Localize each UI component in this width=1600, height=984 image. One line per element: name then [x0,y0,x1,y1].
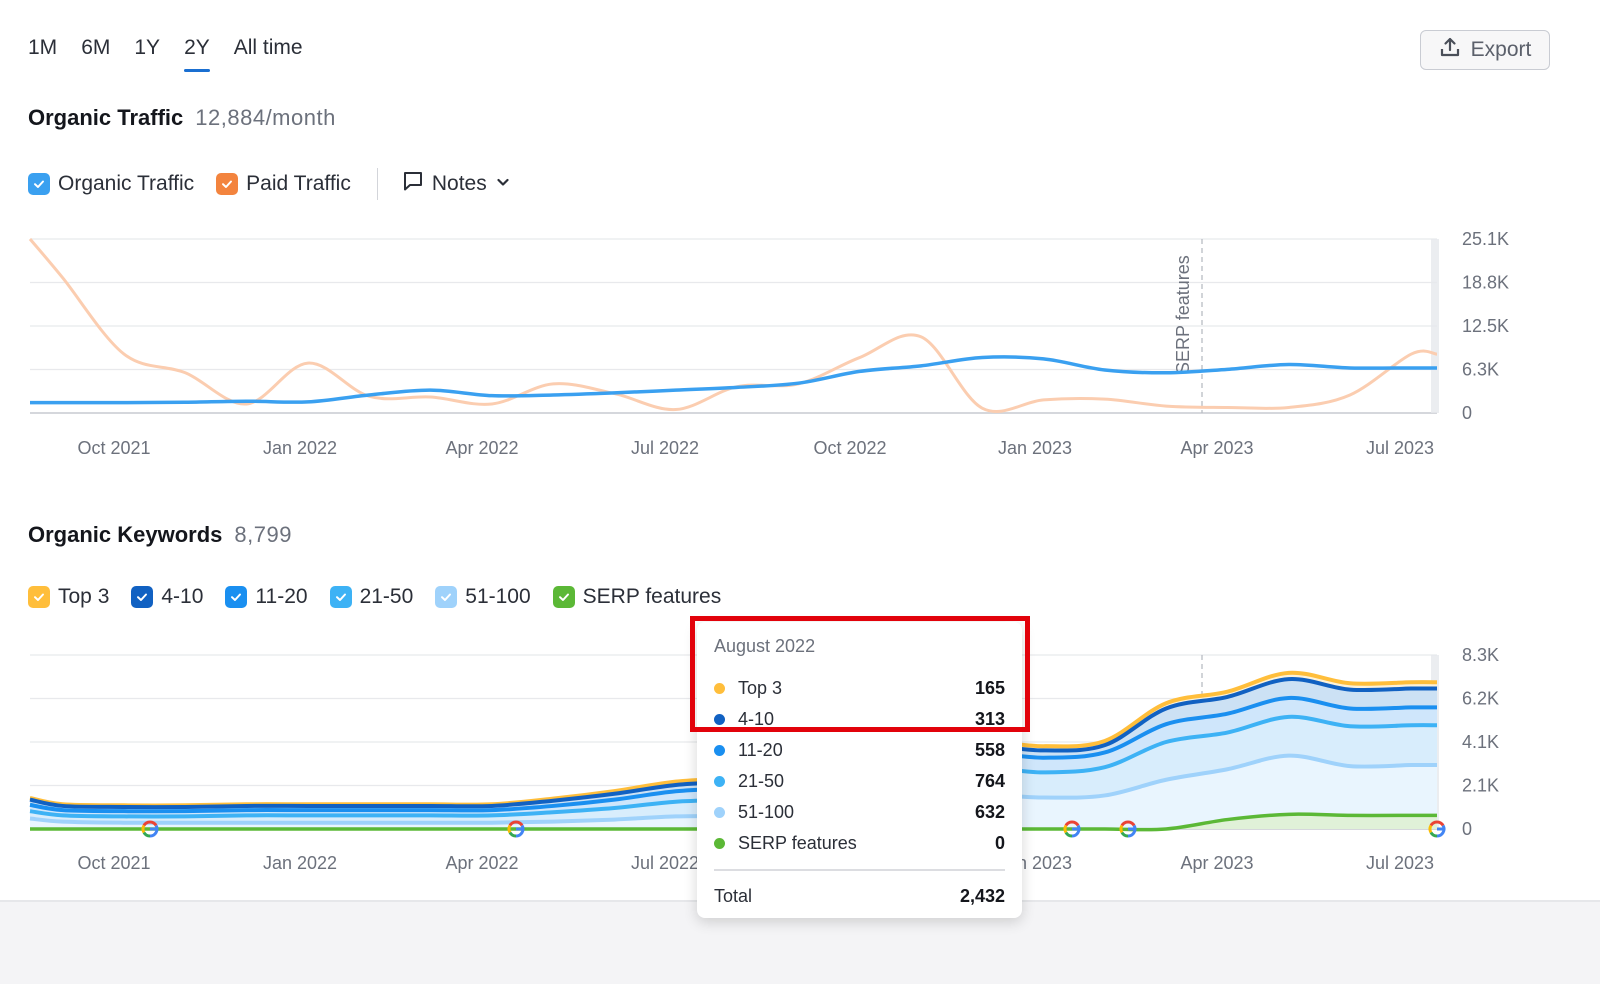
traffic-right-edge-band [1431,239,1439,413]
keywords-y-tick-label: 2.1K [1462,776,1499,796]
traffic-y-tick-label: 18.8K [1462,273,1509,293]
tooltip-value: 632 [974,802,1005,822]
tooltip-label: Top 3 [738,678,783,698]
traffic-x-tick-label: Apr 2023 [1180,438,1253,458]
tooltip-value: 165 [974,678,1005,698]
keywords-x-tick-label: Jan 2022 [263,853,337,873]
dot-icon [714,683,725,694]
keywords-x-tick-label: Oct 2021 [77,853,150,873]
keywords-x-tick-label: Apr 2022 [445,853,518,873]
tooltip-label: 11-20 [738,740,783,760]
traffic-y-tick-label: 25.1K [1462,229,1509,249]
tooltip-row-top-3: Top 3 165 [714,673,1005,704]
keywords-tooltip: August 2022 Top 3 165 4-10 313 11-20 558 21… [697,622,1022,918]
tooltip-value: 313 [974,709,1005,729]
tooltip-row-51-100: 51-100 632 [714,797,1005,828]
tooltip-date: August 2022 [714,636,816,656]
organic-traffic-line [30,355,1437,405]
traffic-x-tick-label: Jul 2022 [631,438,699,458]
tooltip-row-21-50: 21-50 764 [714,766,1005,797]
serp-features-annotation-label: SERP features [1173,255,1193,374]
traffic-y-tick-label: 12.5K [1462,316,1509,336]
paid-traffic-line [28,238,1438,414]
keywords-y-tick-label: 4.1K [1462,732,1499,752]
tooltip-row-11-20: 11-20 558 [714,735,1005,766]
traffic-x-tick-label: Oct 2022 [813,438,886,458]
tooltip-total-value: 2,432 [959,885,1005,906]
keywords-x-tick-label: Jul 2022 [631,853,699,873]
tooltip-total-label: Total [714,885,753,906]
dot-icon [714,807,725,818]
dot-icon [714,838,725,849]
tooltip-label: 21-50 [738,771,785,791]
dot-icon [714,714,725,725]
tooltip-label: SERP features [738,833,857,853]
dot-icon [714,776,725,787]
traffic-x-tick-label: Jan 2023 [998,438,1072,458]
keywords-y-tick-label: 8.3K [1462,645,1499,665]
keywords-x-tick-label: Jul 2023 [1366,853,1434,873]
traffic-x-tick-label: Jul 2023 [1366,438,1434,458]
tooltip-value: 0 [994,833,1005,853]
tooltip-row-serp-features: SERP features 0 [714,828,1005,859]
keywords-y-tick-label: 0 [1462,819,1472,839]
tooltip-value: 558 [974,740,1005,760]
tooltip-total-row: Total 2,432 [714,881,1005,911]
keywords-x-tick-label: Apr 2023 [1180,853,1253,873]
traffic-x-tick-label: Apr 2022 [445,438,518,458]
tooltip-divider [714,869,1005,871]
traffic-x-tick-label: Jan 2022 [263,438,337,458]
traffic-x-tick-label: Oct 2021 [77,438,150,458]
tooltip-label: 4-10 [738,709,775,729]
tooltip-value: 764 [974,771,1005,791]
tooltip-row-4-10: 4-10 313 [714,704,1005,735]
tooltip-label: 51-100 [738,802,795,822]
dot-icon [714,745,725,756]
traffic-y-tick-label: 6.3K [1462,360,1499,380]
keywords-y-tick-label: 6.2K [1462,689,1499,709]
traffic-y-tick-label: 0 [1462,403,1472,423]
